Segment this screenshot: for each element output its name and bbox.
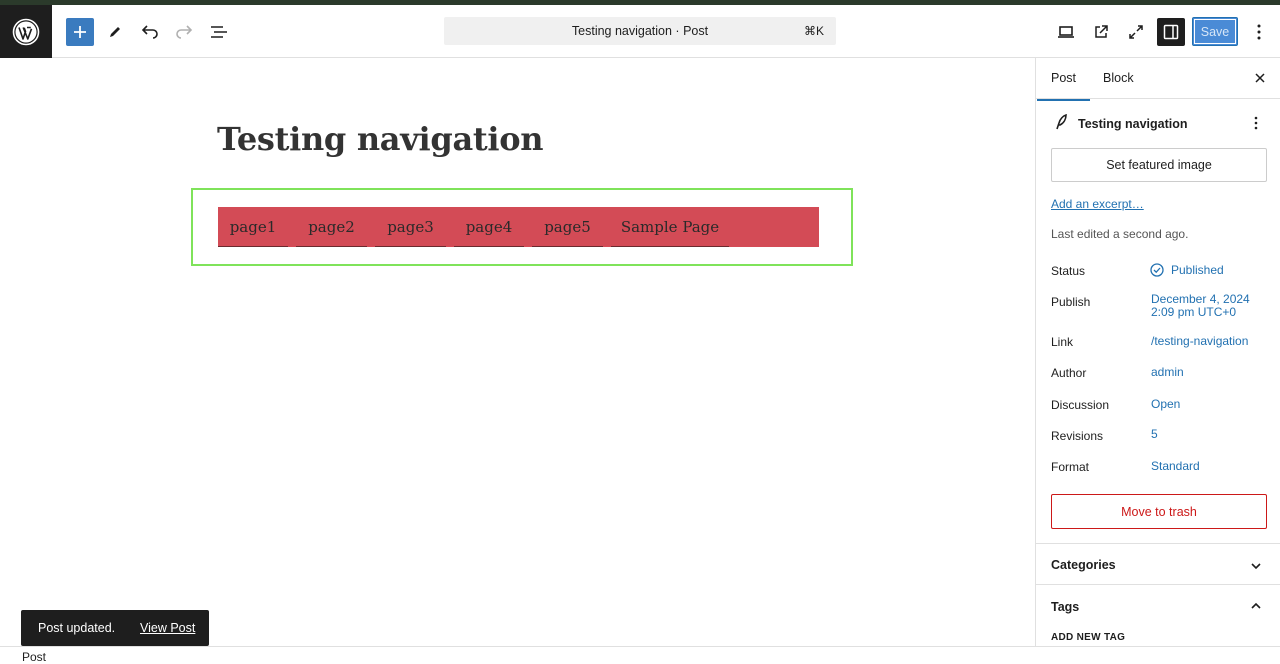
navigation-bar: page1 page2 page3 page4 page5 Sample Pag… [218, 207, 819, 247]
panel-divider [1036, 584, 1280, 585]
post-actions-icon[interactable] [1254, 116, 1258, 130]
nav-item-sample-page[interactable]: Sample Page [611, 207, 729, 247]
format-value[interactable]: Standard [1151, 460, 1200, 473]
fullscreen-button[interactable] [1122, 18, 1150, 46]
post-title[interactable]: Testing navigation [217, 120, 544, 158]
preview-button[interactable] [1052, 18, 1080, 46]
nav-item-page3[interactable]: page3 [375, 207, 446, 247]
add-new-tag-label: ADD NEW TAG [1051, 632, 1126, 643]
publish-time-value[interactable]: 2:09 pm UTC+0 [1151, 306, 1236, 319]
categories-panel-toggle[interactable]: Categories [1051, 558, 1116, 572]
view-post-link[interactable]: View Post [140, 621, 195, 635]
settings-toggle-button[interactable] [1157, 18, 1185, 46]
chevron-down-icon[interactable] [1248, 558, 1264, 574]
set-featured-image-button[interactable]: Set featured image [1051, 148, 1267, 182]
tab-post[interactable]: Post [1036, 71, 1091, 101]
nav-item-page2[interactable]: page2 [296, 207, 367, 247]
tags-panel-toggle[interactable]: Tags [1051, 600, 1079, 614]
tools-button[interactable] [101, 18, 129, 46]
view-post-button[interactable] [1087, 18, 1115, 46]
panel-divider [1036, 543, 1280, 544]
link-value[interactable]: /testing-navigation [1151, 335, 1248, 348]
revisions-value[interactable]: 5 [1151, 428, 1158, 441]
author-label: Author [1051, 366, 1087, 380]
add-excerpt-link[interactable]: Add an excerpt… [1051, 197, 1144, 211]
laptop-icon [1058, 26, 1074, 38]
editor-footer: Post [0, 646, 1280, 664]
nav-item-page5[interactable]: page5 [532, 207, 603, 247]
discussion-value[interactable]: Open [1151, 398, 1180, 411]
format-label: Format [1051, 460, 1090, 474]
nav-item-page4[interactable]: page4 [454, 207, 524, 247]
pencil-icon [110, 27, 120, 37]
snackbar-notice: Post updated. View Post [21, 610, 209, 646]
author-value[interactable]: admin [1151, 366, 1184, 379]
editor-canvas[interactable]: Testing navigation page1 page2 page3 pag… [0, 58, 1035, 646]
list-view-icon [211, 26, 227, 38]
revisions-label: Revisions [1051, 429, 1104, 443]
settings-sidebar: Post Block Testing navigation Set featur… [1035, 58, 1280, 646]
save-button[interactable]: Save [1192, 17, 1238, 46]
move-to-trash-button[interactable]: Move to trash [1051, 494, 1267, 529]
navigation-block[interactable]: page1 page2 page3 page4 page5 Sample Pag… [191, 188, 853, 266]
fullscreen-icon [1129, 25, 1143, 39]
wordpress-logo-icon [12, 18, 40, 45]
undo-button[interactable] [136, 18, 164, 46]
nav-item-page1[interactable]: page1 [218, 207, 288, 247]
discussion-label: Discussion [1051, 398, 1110, 412]
command-shortcut: ⌘K [803, 24, 824, 38]
plus-icon [74, 26, 86, 38]
wordpress-logo-button[interactable] [0, 5, 52, 58]
post-summary-title: Testing navigation [1078, 117, 1188, 131]
command-palette-button[interactable]: Testing navigation · Post ⌘K [444, 17, 836, 45]
undo-icon [141, 25, 158, 39]
more-vertical-icon [1257, 24, 1261, 40]
snackbar-message: Post updated. [38, 621, 116, 635]
options-menu-button[interactable] [1245, 18, 1273, 46]
tab-block[interactable]: Block [1103, 71, 1134, 85]
sidebar-icon [1163, 24, 1179, 40]
status-value[interactable]: Published [1171, 264, 1224, 277]
document-title: Testing navigation · Post [571, 24, 709, 38]
sidebar-tabs: Post Block [1036, 58, 1280, 101]
feather-icon [1056, 114, 1067, 130]
redo-icon [176, 25, 193, 39]
last-edited-text: Last edited a second ago. [1051, 227, 1189, 241]
chevron-up-icon[interactable] [1248, 598, 1264, 614]
editor-toolbar: Testing navigation · Post ⌘K Save [0, 5, 1280, 58]
document-overview-button[interactable] [205, 18, 233, 46]
add-block-button[interactable] [66, 18, 94, 46]
redo-button[interactable] [170, 18, 198, 46]
external-link-icon [1095, 25, 1108, 38]
close-icon[interactable] [1252, 70, 1268, 86]
status-label: Status [1051, 264, 1086, 278]
publish-label: Publish [1051, 295, 1091, 309]
published-check-icon [1150, 263, 1164, 277]
link-label: Link [1051, 335, 1074, 349]
